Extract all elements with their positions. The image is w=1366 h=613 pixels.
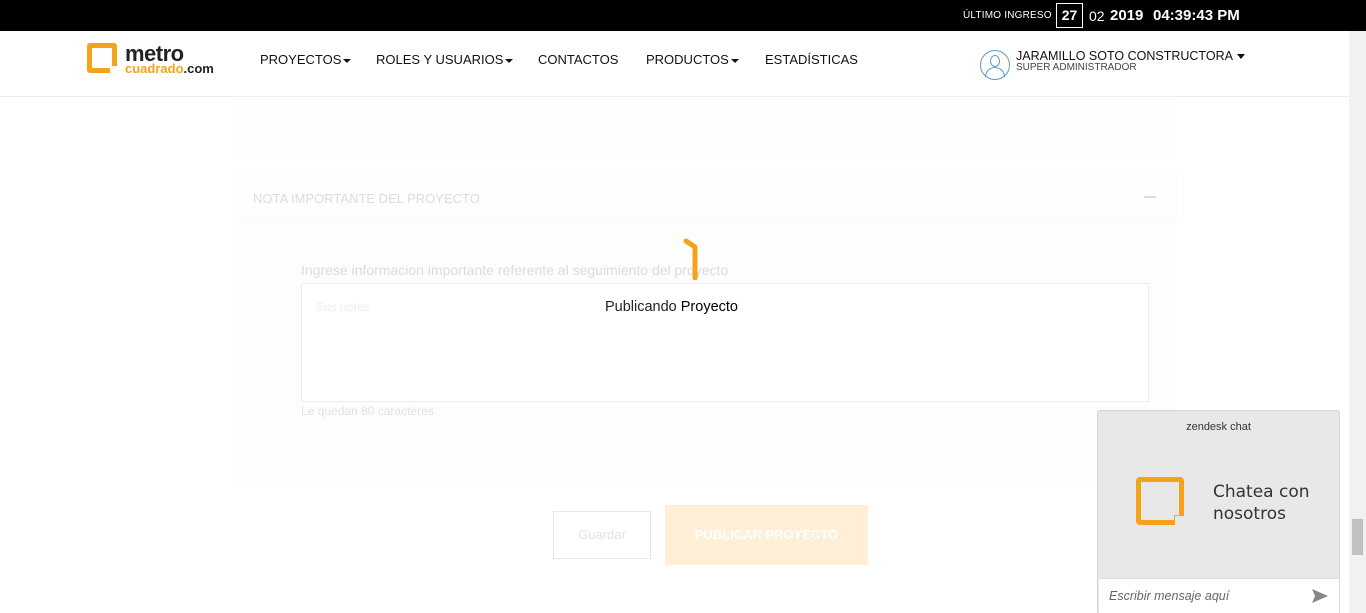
char-counter: Le quedan 80 caracteres [301, 404, 434, 418]
caret-down-icon [1236, 54, 1245, 60]
scrollbar-thumb[interactable] [1352, 519, 1363, 555]
top-info-bar: ÚLTIMO INGRESO 27 02 2019 04:39:43 PM [0, 0, 1366, 31]
metrocuadrado-logo[interactable]: metro cuadrado.com [87, 41, 227, 79]
nav-proyectos-label: PROYECTOS [260, 52, 342, 67]
nav-productos[interactable]: PRODUCTOS [646, 52, 739, 67]
zendesk-chat-widget[interactable]: zendesk chat Chatea con nosotros Escribi… [1097, 410, 1340, 613]
loading-text-publicando: Publicando [605, 299, 677, 315]
last-login-day: 27 [1056, 3, 1083, 28]
user-role: SUPER ADMINISTRADOR [1016, 62, 1137, 73]
user-name: JARAMILLO SOTO CONSTRUCTORA [1016, 49, 1233, 63]
chat-brand: zendesk chat [1186, 421, 1251, 433]
caret-down-icon [730, 58, 739, 63]
caret-down-icon [505, 58, 514, 63]
main-header: metro cuadrado.com PROYECTOS ROLES Y USU… [0, 31, 1349, 97]
last-login-year: 2019 [1110, 7, 1144, 24]
page-scrollbar[interactable] [1349, 31, 1366, 613]
last-login-month: 02 [1089, 8, 1105, 24]
notes-help-text: Ingrese informacion importante referente… [301, 262, 729, 278]
nav-contactos[interactable]: CONTACTOS [538, 52, 618, 67]
chat-input-placeholder: Escribir mensaje aquí [1109, 589, 1230, 603]
chat-logo-icon [1136, 477, 1187, 528]
publish-project-button[interactable]: PUBLICAR PROYECTO [665, 505, 868, 565]
notes-placeholder: Sus notas [316, 300, 370, 314]
collapse-icon[interactable] [1144, 196, 1156, 198]
loading-message: Publicando Proyecto [605, 299, 738, 315]
loading-spinner-icon [683, 238, 698, 280]
loading-text-proyecto: Proyecto [680, 299, 738, 315]
send-icon[interactable] [1311, 587, 1329, 605]
nav-estadisticas-label: ESTADÍSTICAS [765, 52, 858, 67]
section-title: NOTA IMPORTANTE DEL PROYECTO [253, 191, 480, 206]
last-login-label: ÚLTIMO INGRESO [963, 10, 1052, 21]
previous-section-card [233, 97, 1176, 153]
user-menu[interactable]: JARAMILLO SOTO CONSTRUCTORA [1016, 49, 1245, 63]
caret-down-icon [343, 58, 352, 63]
nav-estadisticas[interactable]: ESTADÍSTICAS [765, 52, 858, 67]
last-login-time: 04:39:43 PM [1153, 7, 1240, 24]
save-button[interactable]: Guardar [553, 511, 651, 559]
section-header[interactable]: NOTA IMPORTANTE DEL PROYECTO [234, 173, 1177, 219]
chat-title: Chatea con nosotros [1213, 482, 1310, 524]
nav-contactos-label: CONTACTOS [538, 52, 619, 67]
nav-proyectos[interactable]: PROYECTOS [260, 52, 352, 67]
logo-text-cuadrado: cuadrado.com [125, 61, 214, 76]
logo-square-icon [87, 43, 119, 75]
nav-roles-label: ROLES Y USUARIOS [376, 52, 504, 67]
nav-productos-label: PRODUCTOS [646, 52, 729, 67]
user-avatar-icon[interactable] [980, 50, 1010, 80]
chat-message-input[interactable]: Escribir mensaje aquí [1099, 578, 1339, 613]
nav-roles-usuarios[interactable]: ROLES Y USUARIOS [376, 52, 514, 67]
